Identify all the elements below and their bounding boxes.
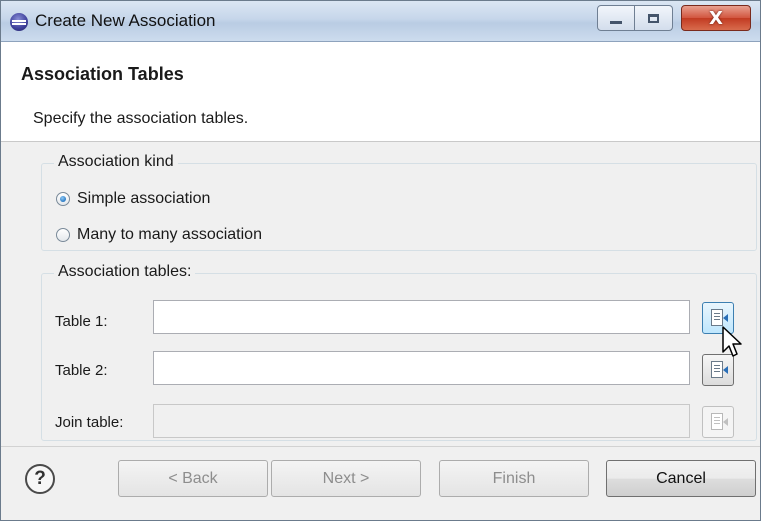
wizard-footer: ? < Back Next > Finish Cancel <box>1 446 760 520</box>
association-kind-group: Association kind Simple association Many… <box>41 153 757 251</box>
radio-simple-label: Simple association <box>77 190 211 207</box>
join-table-label: Join table: <box>55 414 124 431</box>
table-browse-icon <box>711 361 728 378</box>
finish-button: Finish <box>439 460 589 497</box>
minimize-icon <box>610 20 622 24</box>
table2-label: Table 2: <box>55 362 108 379</box>
maximize-button[interactable] <box>635 5 673 31</box>
radio-simple-association[interactable]: Simple association <box>56 190 210 208</box>
radio-unchecked-icon[interactable] <box>56 228 70 242</box>
back-button: < Back <box>118 460 268 497</box>
eclipse-app-icon <box>10 13 28 31</box>
mouse-cursor-icon <box>722 326 742 357</box>
title-bar[interactable]: Create New Association X <box>1 1 760 42</box>
join-table-input <box>153 404 690 438</box>
cancel-button[interactable]: Cancel <box>606 460 756 497</box>
close-button[interactable]: X <box>681 5 751 31</box>
wizard-header: Association Tables Specify the associati… <box>1 42 760 142</box>
page-title: Association Tables <box>21 64 184 84</box>
radio-many-to-many-association[interactable]: Many to many association <box>56 226 262 244</box>
association-tables-group: Association tables: Table 1: Table 2: Jo… <box>41 263 757 441</box>
join-table-browse-button <box>702 406 734 438</box>
window-title: Create New Association <box>35 11 216 30</box>
association-kind-legend: Association kind <box>54 153 178 171</box>
next-button: Next > <box>271 460 421 497</box>
minimize-button[interactable] <box>597 5 635 31</box>
association-tables-legend: Association tables: <box>54 263 196 281</box>
help-icon[interactable]: ? <box>25 464 55 494</box>
create-association-dialog: Create New Association X Association Tab… <box>0 0 761 521</box>
radio-many-label: Many to many association <box>77 226 262 243</box>
radio-checked-icon[interactable] <box>56 192 70 206</box>
maximize-icon <box>648 13 659 23</box>
page-description: Specify the association tables. <box>33 110 249 127</box>
table-browse-icon <box>711 413 728 430</box>
table-browse-icon <box>711 309 728 326</box>
table1-label: Table 1: <box>55 313 108 330</box>
table1-input[interactable] <box>153 300 690 334</box>
close-icon: X <box>709 7 723 29</box>
table2-input[interactable] <box>153 351 690 385</box>
